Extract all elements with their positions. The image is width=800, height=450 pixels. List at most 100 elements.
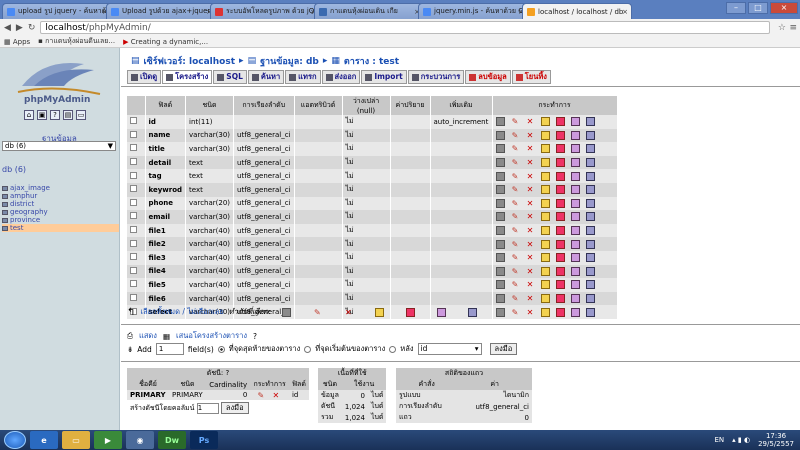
row-checkbox[interactable] [130, 294, 137, 302]
row-checkbox[interactable] [130, 158, 137, 166]
row-checkbox[interactable] [130, 253, 137, 261]
drop-index-icon[interactable]: ✕ [271, 391, 280, 400]
database-heading[interactable]: db (6) [2, 165, 26, 174]
edit-field-icon[interactable]: ✎ [511, 226, 520, 235]
browse-values-icon[interactable] [495, 130, 505, 140]
fulltext-icon[interactable] [585, 253, 595, 263]
close-icon[interactable]: × [622, 8, 628, 16]
drop-field-icon[interactable]: ✕ [526, 308, 535, 317]
browser-tab[interactable]: upload รูป jquery - ค้นหาด้× [2, 3, 112, 19]
primary-key-icon[interactable] [540, 239, 550, 249]
index-icon[interactable] [570, 117, 580, 127]
url-input[interactable]: localhost/phpMyAdmin/ [40, 21, 770, 34]
browse-values-icon[interactable] [495, 294, 505, 304]
drop-field-icon[interactable]: ✕ [526, 226, 535, 235]
browse-values-icon[interactable] [495, 212, 505, 222]
table-link[interactable]: district [2, 200, 119, 208]
home-icon[interactable]: ⌂ [24, 110, 34, 120]
row-checkbox[interactable] [130, 266, 137, 274]
primary-key-icon[interactable] [540, 266, 550, 276]
row-checkbox[interactable] [130, 280, 137, 288]
row-checkbox[interactable] [130, 117, 137, 125]
drop-field-icon[interactable]: ✕ [526, 240, 535, 249]
browse-values-icon[interactable] [495, 158, 505, 168]
index-icon[interactable] [570, 226, 580, 236]
index-selected-icon[interactable] [436, 307, 446, 317]
primary-key-icon[interactable] [540, 294, 550, 304]
fulltext-icon[interactable] [585, 171, 595, 181]
edit-index-icon[interactable]: ✎ [256, 391, 265, 400]
drop-field-icon[interactable]: ✕ [526, 199, 535, 208]
fulltext-icon[interactable] [585, 266, 595, 276]
tab-browse[interactable]: เปิดดู [127, 70, 162, 84]
index-icon[interactable] [570, 144, 580, 154]
start-button[interactable] [4, 431, 26, 449]
edit-field-icon[interactable]: ✎ [511, 212, 520, 221]
unique-icon[interactable] [555, 212, 565, 222]
unique-icon[interactable] [555, 280, 565, 290]
tab-export[interactable]: ส่งออก [321, 70, 361, 84]
index-icon[interactable] [570, 280, 580, 290]
fulltext-icon[interactable] [585, 130, 595, 140]
index-icon[interactable] [570, 185, 580, 195]
breadcrumb-table[interactable]: ตาราง : test [344, 54, 399, 68]
row-checkbox[interactable] [130, 226, 137, 234]
print-link[interactable]: แสดง [139, 330, 157, 342]
check-all-link[interactable]: เลือกทั้งหมด / ไม่เลือกเลย [140, 306, 223, 318]
table-link[interactable]: province [2, 216, 119, 224]
help-icon[interactable]: ? [253, 332, 257, 341]
unique-icon[interactable] [555, 294, 565, 304]
primary-selected-icon[interactable] [374, 307, 384, 317]
language-indicator[interactable]: EN [714, 436, 724, 444]
row-checkbox[interactable] [130, 130, 137, 138]
table-link[interactable]: geography [2, 208, 119, 216]
primary-key-icon[interactable] [540, 185, 550, 195]
primary-key-icon[interactable] [540, 226, 550, 236]
browse-values-icon[interactable] [495, 117, 505, 127]
fulltext-icon[interactable] [585, 117, 595, 127]
browser-tab[interactable]: jquery.min.js - ค้นหาด้วย G× [418, 3, 528, 19]
drop-field-icon[interactable]: ✕ [526, 253, 535, 262]
index-icon[interactable] [570, 307, 580, 317]
index-icon[interactable] [570, 171, 580, 181]
add-go-button[interactable]: ลงมือ [489, 343, 518, 355]
drop-field-icon[interactable]: ✕ [526, 144, 535, 153]
unique-icon[interactable] [555, 198, 565, 208]
browser-tab-active[interactable]: localhost / localhost / db × [522, 3, 632, 19]
dreamweaver-icon[interactable]: Dw [158, 431, 186, 449]
tab-sql[interactable]: SQL [213, 70, 247, 84]
primary-key-icon[interactable] [540, 144, 550, 154]
row-checkbox[interactable] [130, 239, 137, 247]
tab-drop[interactable]: โยนทิ้ง [511, 70, 551, 84]
tab-structure[interactable]: โครงสร้าง [162, 70, 213, 84]
edit-field-icon[interactable]: ✎ [511, 294, 520, 303]
edit-field-icon[interactable]: ✎ [511, 199, 520, 208]
unique-icon[interactable] [555, 266, 565, 276]
index-icon[interactable] [570, 239, 580, 249]
tab-import[interactable]: Import [361, 70, 407, 84]
radio-end[interactable] [217, 345, 225, 353]
mysql-docs-icon[interactable]: ▤ [63, 110, 73, 120]
edit-field-icon[interactable]: ✎ [511, 117, 520, 126]
delete-selected-icon[interactable]: ✕ [344, 308, 353, 317]
primary-key-icon[interactable] [540, 158, 550, 168]
sql-query-icon[interactable]: ▣ [37, 110, 47, 120]
fulltext-icon[interactable] [585, 307, 595, 317]
bookmark-item[interactable]: ▪ กาแดนหุ้งผ่อนดีนเลย... [38, 36, 115, 47]
index-icon[interactable] [570, 253, 580, 263]
drop-field-icon[interactable]: ✕ [526, 267, 535, 276]
bookmark-item[interactable]: ▶ Creating a dynamic,... [123, 38, 208, 46]
edit-field-icon[interactable]: ✎ [511, 131, 520, 140]
create-index-button[interactable]: ลงมือ [220, 402, 249, 414]
unique-icon[interactable] [555, 226, 565, 236]
browser-tab[interactable]: Upload รูปด้วย ajax+jquer× [106, 3, 216, 19]
edit-field-icon[interactable]: ✎ [511, 158, 520, 167]
unique-icon[interactable] [555, 185, 565, 195]
edit-field-icon[interactable]: ✎ [511, 172, 520, 181]
primary-key-icon[interactable] [540, 171, 550, 181]
photoshop-icon[interactable]: Ps [190, 431, 218, 449]
star-icon[interactable]: ☆ [778, 23, 786, 33]
unique-icon[interactable] [555, 130, 565, 140]
index-icon[interactable] [570, 294, 580, 304]
database-select[interactable]: db (6) ▼ [2, 141, 116, 151]
